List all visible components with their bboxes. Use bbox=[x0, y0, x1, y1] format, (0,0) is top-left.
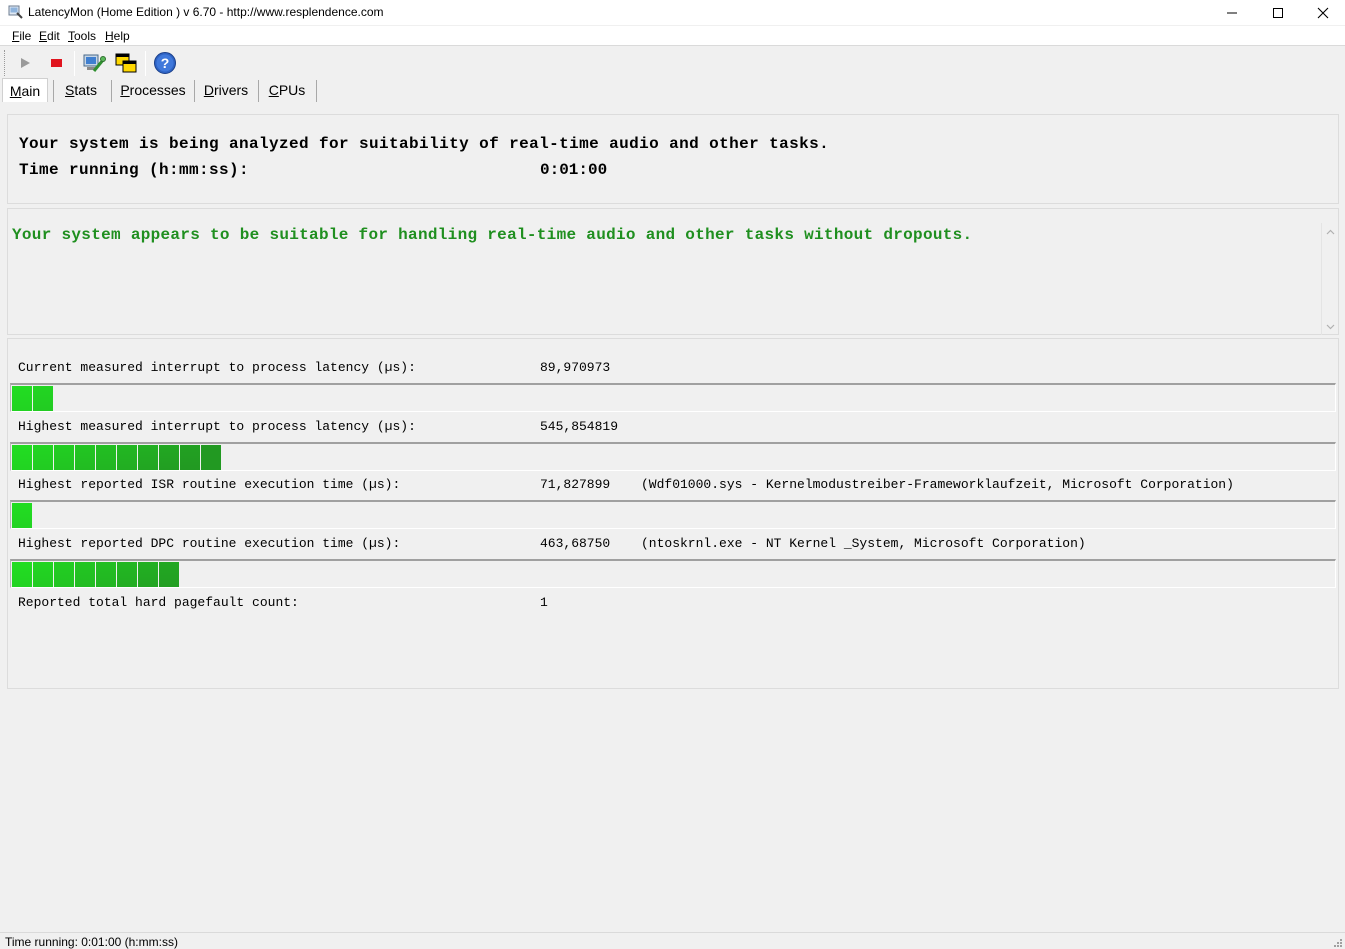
meter-segment bbox=[75, 445, 95, 470]
tab-separator bbox=[53, 80, 54, 102]
meter-segment bbox=[96, 445, 116, 470]
tab-separator bbox=[111, 80, 112, 102]
metric-isr-detail: (Wdf01000.sys - Kernelmodustreiber-Frame… bbox=[641, 477, 1234, 492]
toolbar-separator bbox=[145, 51, 146, 76]
meter-segment bbox=[12, 386, 32, 411]
metric-isr-label: Highest reported ISR routine execution t… bbox=[18, 477, 401, 492]
meter-segment bbox=[54, 562, 74, 587]
stop-icon bbox=[51, 59, 62, 67]
close-button[interactable] bbox=[1300, 0, 1345, 25]
scroll-up-button[interactable] bbox=[1322, 223, 1339, 240]
meter-current-latency bbox=[10, 383, 1336, 412]
chevron-up-icon bbox=[1326, 229, 1335, 234]
analysis-panel: Your system is being analyzed for suitab… bbox=[7, 114, 1339, 204]
verdict-scrollbar[interactable] bbox=[1321, 223, 1338, 335]
tab-stats[interactable]: Stats bbox=[56, 78, 106, 102]
minimize-icon bbox=[1227, 12, 1237, 13]
stop-button[interactable] bbox=[44, 51, 68, 75]
tab-main[interactable]: Main bbox=[2, 78, 48, 102]
metric-dpc-value: 463,68750 bbox=[540, 536, 611, 551]
tab-separator bbox=[258, 80, 259, 102]
minimize-button[interactable] bbox=[1209, 0, 1255, 25]
menu-help[interactable]: Help bbox=[105, 29, 130, 43]
meter-highest-latency bbox=[10, 442, 1336, 471]
verdict-panel: Your system appears to be suitable for h… bbox=[7, 208, 1339, 335]
metric-current-latency-value: 89,970973 bbox=[540, 360, 611, 375]
menu-bar: File Edit Tools Help bbox=[0, 26, 1345, 46]
meter-segment bbox=[33, 562, 53, 587]
meter-segment bbox=[201, 445, 221, 470]
meter-dpc bbox=[10, 559, 1336, 588]
toolbar-grip[interactable] bbox=[4, 50, 7, 76]
meter-segment bbox=[180, 445, 200, 470]
start-button[interactable] bbox=[13, 51, 37, 75]
metric-dpc-detail: (ntoskrnl.exe - NT Kernel _System, Micro… bbox=[641, 536, 1086, 551]
meter-segment bbox=[96, 562, 116, 587]
time-running-value: 0:01:00 bbox=[540, 161, 608, 179]
meter-segment bbox=[159, 445, 179, 470]
menu-file[interactable]: File bbox=[12, 29, 31, 43]
tab-drivers[interactable]: Drivers bbox=[197, 78, 255, 102]
help-button[interactable]: ? bbox=[153, 51, 177, 75]
meter-segment bbox=[138, 445, 158, 470]
wrench-computer-icon bbox=[83, 54, 106, 72]
tab-cpus[interactable]: CPUs bbox=[261, 78, 313, 102]
view-button[interactable] bbox=[114, 51, 138, 75]
metric-dpc-label: Highest reported DPC routine execution t… bbox=[18, 536, 401, 551]
tab-separator bbox=[316, 80, 317, 102]
app-icon[interactable] bbox=[8, 4, 23, 19]
metric-pagefault-value: 1 bbox=[540, 595, 548, 610]
status-bar: Time running: 0:01:00 (h:mm:ss) bbox=[0, 932, 1345, 949]
meter-segment bbox=[54, 445, 74, 470]
meter-isr bbox=[10, 500, 1336, 529]
play-icon bbox=[21, 58, 30, 68]
metrics-panel: Current measured interrupt to process la… bbox=[7, 338, 1339, 689]
maximize-button[interactable] bbox=[1255, 0, 1301, 25]
meter-segment bbox=[12, 445, 32, 470]
scroll-down-button[interactable] bbox=[1322, 318, 1339, 335]
meter-segment bbox=[12, 562, 32, 587]
svg-text:?: ? bbox=[161, 55, 170, 71]
toolbar: ? bbox=[0, 48, 1345, 78]
metric-current-latency-label: Current measured interrupt to process la… bbox=[18, 360, 416, 375]
meter-segment bbox=[159, 562, 179, 587]
meter-segment bbox=[138, 562, 158, 587]
verdict-text: Your system appears to be suitable for h… bbox=[12, 226, 973, 244]
maximize-icon bbox=[1273, 7, 1283, 18]
time-running-label: Time running (h:mm:ss): bbox=[19, 161, 250, 179]
metric-highest-latency-value: 545,854819 bbox=[540, 419, 619, 434]
metric-highest-latency-label: Highest measured interrupt to process la… bbox=[18, 419, 416, 434]
window-title: LatencyMon (Home Edition ) v 6.70 - http… bbox=[28, 5, 384, 19]
help-icon: ? bbox=[154, 52, 176, 74]
meter-segment bbox=[75, 562, 95, 587]
toolbar-separator bbox=[74, 51, 75, 76]
title-bar: LatencyMon (Home Edition ) v 6.70 - http… bbox=[0, 0, 1345, 25]
meter-segment bbox=[12, 503, 32, 528]
windows-icon bbox=[115, 53, 137, 73]
chevron-down-icon bbox=[1326, 324, 1335, 329]
menu-edit[interactable]: Edit bbox=[39, 29, 60, 43]
meter-segment bbox=[33, 445, 53, 470]
metric-pagefault-label: Reported total hard pagefault count: bbox=[18, 595, 299, 610]
close-icon bbox=[1317, 7, 1329, 18]
menu-tools[interactable]: Tools bbox=[68, 29, 96, 43]
meter-segment bbox=[117, 562, 137, 587]
meter-segment bbox=[33, 386, 53, 411]
submit-button[interactable] bbox=[82, 51, 106, 75]
tab-separator bbox=[194, 80, 195, 102]
tab-strip: Main Stats Processes Drivers CPUs bbox=[0, 78, 1345, 103]
status-text: Time running: 0:01:00 (h:mm:ss) bbox=[5, 935, 178, 949]
metric-isr-value: 71,827899 bbox=[540, 477, 611, 492]
meter-segment bbox=[117, 445, 137, 470]
tab-processes[interactable]: Processes bbox=[114, 78, 192, 102]
resize-grip-icon[interactable] bbox=[1333, 938, 1343, 948]
analysis-message: Your system is being analyzed for suitab… bbox=[19, 135, 830, 153]
